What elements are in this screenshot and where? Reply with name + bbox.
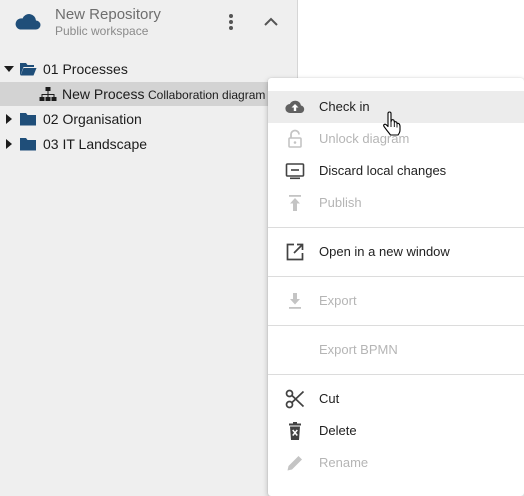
menu-item-label: Rename: [319, 455, 369, 470]
tree-item-01-processes[interactable]: 01 Processes: [0, 57, 298, 81]
scissors-icon: [285, 389, 305, 409]
lock-open-icon: [288, 129, 302, 148]
tree-item-02-organisation[interactable]: 02 Organisation: [0, 107, 270, 131]
publish-icon: [289, 195, 301, 211]
hand-pointer-cursor-icon: [383, 111, 401, 136]
folder-open-icon: [20, 63, 37, 76]
folder-icon: [20, 113, 36, 126]
repository-subtitle: Public workspace: [55, 24, 149, 38]
open-new-window-icon: [286, 243, 304, 261]
menu-item-discard-local-changes[interactable]: Discard local changes: [268, 155, 524, 187]
tree-item-label: 01 Processes: [43, 61, 128, 77]
menu-divider: [268, 227, 524, 228]
chevron-up-icon[interactable]: [260, 10, 282, 34]
menu-item-open-in-new-window[interactable]: Open in a new window: [268, 236, 524, 268]
repository-header: New Repository Public workspace: [0, 0, 298, 44]
tree-item-new-process[interactable]: New Process Collaboration diagram ...: [0, 82, 298, 106]
more-vertical-icon[interactable]: [220, 10, 242, 34]
menu-item-label: Check in: [319, 99, 370, 114]
menu-item-label: Export: [319, 293, 357, 308]
tree-item-label: New Process: [62, 86, 145, 102]
tree-item-03-it-landscape[interactable]: 03 IT Landscape: [0, 132, 270, 156]
menu-item-rename[interactable]: Rename: [268, 447, 524, 479]
menu-item-export[interactable]: Export: [268, 285, 524, 317]
menu-item-cut[interactable]: Cut: [268, 383, 524, 415]
caret-down-icon[interactable]: [3, 63, 15, 75]
folder-icon: [20, 138, 36, 151]
context-menu: Check in Unlock diagram Discard local ch…: [268, 78, 524, 496]
export-icon: [289, 293, 301, 309]
menu-item-label: Cut: [319, 391, 340, 406]
caret-right-icon[interactable]: [3, 113, 15, 125]
tree-item-type: Collaboration diagram ...: [148, 88, 279, 102]
trash-icon: [289, 422, 301, 440]
tree-item-label: 03 IT Landscape: [43, 136, 148, 152]
cloud-upload-icon: [285, 100, 305, 114]
menu-item-publish[interactable]: Publish: [268, 187, 524, 219]
menu-divider: [268, 276, 524, 277]
discard-icon: [285, 163, 305, 180]
cloud-icon: [15, 14, 41, 30]
menu-item-label: Open in a new window: [319, 244, 450, 259]
menu-item-label: Export BPMN: [319, 342, 398, 357]
menu-divider: [268, 374, 524, 375]
org-chart-icon: [39, 87, 57, 101]
menu-item-label: Delete: [319, 423, 357, 438]
menu-item-export-bpmn[interactable]: Export BPMN: [268, 334, 524, 366]
caret-right-icon[interactable]: [3, 138, 15, 150]
tree-item-label: 02 Organisation: [43, 111, 142, 127]
repository-panel: New Repository Public workspace 01 Proce…: [0, 0, 298, 496]
menu-item-label: Discard local changes: [319, 163, 447, 178]
menu-divider: [268, 325, 524, 326]
menu-item-label: Publish: [319, 195, 362, 210]
repository-title[interactable]: New Repository: [55, 6, 161, 23]
pencil-icon: [287, 456, 302, 471]
menu-item-delete[interactable]: Delete: [268, 415, 524, 447]
